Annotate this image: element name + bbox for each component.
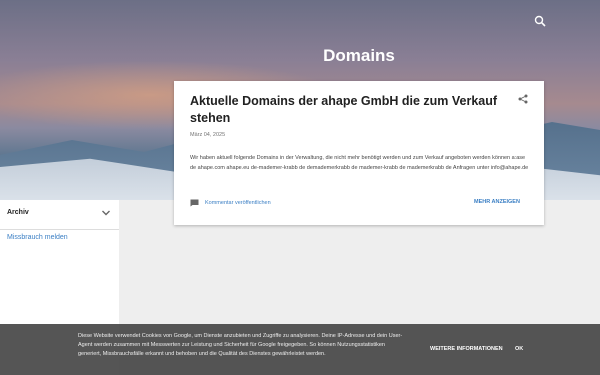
post-title[interactable]: Aktuelle Domains der ahape GmbH die zum … bbox=[190, 93, 510, 127]
archive-widget[interactable]: Archiv bbox=[0, 200, 119, 230]
post-date[interactable]: März 04, 2025 bbox=[190, 132, 225, 138]
search-icon[interactable] bbox=[534, 15, 546, 27]
post-card: Aktuelle Domains der ahape GmbH die zum … bbox=[174, 81, 544, 225]
blog-title[interactable]: Domains bbox=[0, 46, 600, 66]
comment-icon bbox=[190, 199, 199, 207]
post-body: Wir haben aktuell folgende Domains in de… bbox=[190, 155, 529, 171]
archive-label: Archiv bbox=[7, 209, 29, 216]
show-more-button[interactable]: MEHR ANZEIGEN bbox=[474, 199, 520, 205]
cookie-text: Diese Website verwendet Cookies von Goog… bbox=[78, 333, 403, 357]
cookie-banner: Diese Website verwendet Cookies von Goog… bbox=[0, 324, 600, 375]
more-info-button[interactable]: WEITERE INFORMATIONEN bbox=[430, 346, 503, 352]
comment-link[interactable]: Kommentar veröffentlichen bbox=[190, 198, 271, 208]
share-icon[interactable] bbox=[518, 94, 528, 104]
chevron-down-icon[interactable] bbox=[101, 209, 111, 217]
ok-button[interactable]: OK bbox=[515, 346, 523, 352]
report-abuse-link[interactable]: Missbrauch melden bbox=[7, 234, 68, 241]
comment-label: Kommentar veröffentlichen bbox=[205, 200, 271, 206]
